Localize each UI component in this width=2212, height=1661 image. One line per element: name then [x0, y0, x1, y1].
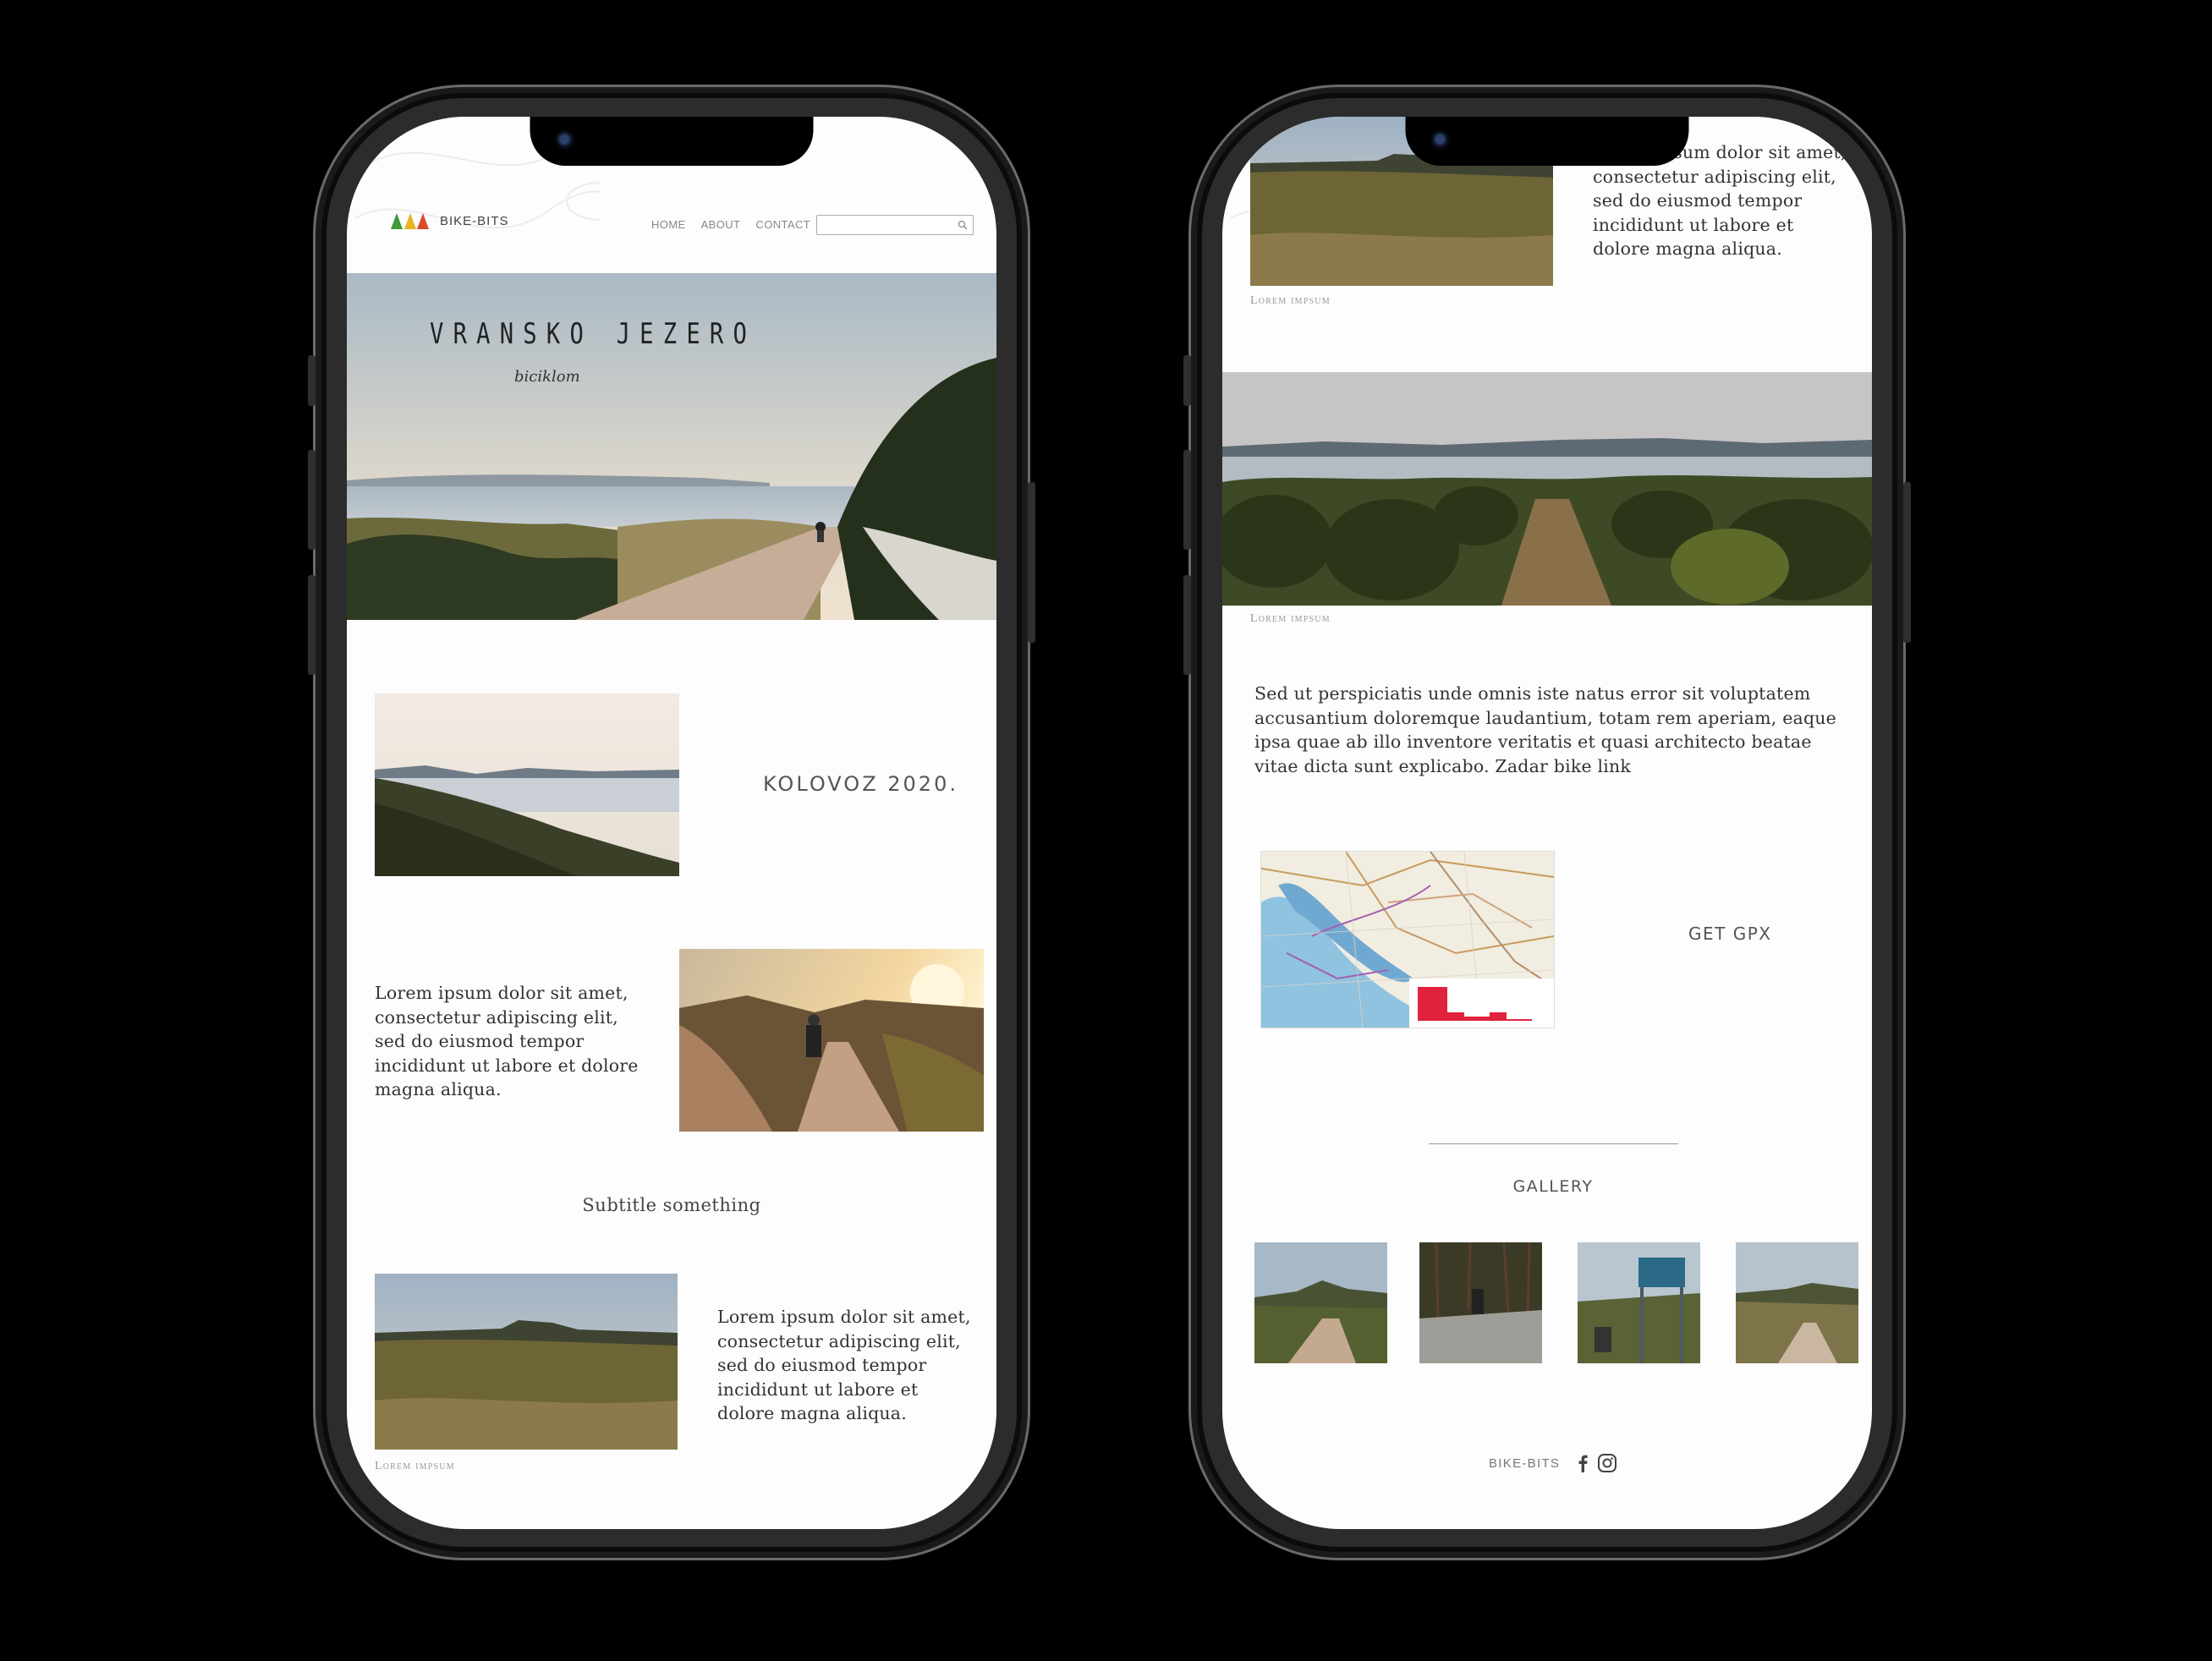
- notch: [1405, 117, 1689, 166]
- nav-contact[interactable]: CONTACT: [755, 218, 810, 231]
- facebook-icon[interactable]: [1578, 1454, 1588, 1472]
- lake-view-photo: [375, 693, 679, 876]
- get-gpx-button[interactable]: GET GPX: [1688, 924, 1771, 944]
- search-input[interactable]: [816, 215, 974, 235]
- hill-landscape-photo: [375, 1274, 678, 1450]
- hero-title: VRANSKO JEZERO: [430, 317, 757, 351]
- volume-up-button: [308, 450, 316, 550]
- volume-down-button: [308, 575, 316, 675]
- gallery-thumb-2[interactable]: [1419, 1242, 1542, 1363]
- mute-switch: [1183, 355, 1191, 406]
- nav-home[interactable]: HOME: [651, 218, 686, 231]
- notch: [530, 117, 814, 166]
- hero-signature: biciklom: [514, 368, 580, 386]
- gallery-thumb-3[interactable]: [1578, 1242, 1700, 1363]
- panorama-caption: Lorem impsum: [1250, 612, 1331, 625]
- search-icon[interactable]: [958, 220, 968, 230]
- phone-frame-left: BIKE-BITS HOME ABOUT CONTACT VRANSKO JEZ…: [308, 85, 1035, 1560]
- hero-image: VRANSKO JEZERO biciklom: [347, 273, 996, 620]
- photo-caption: Lorem impsum: [375, 1460, 455, 1472]
- screen-left: BIKE-BITS HOME ABOUT CONTACT VRANSKO JEZ…: [347, 117, 996, 1529]
- paragraph-2: Lorem ipsum dolor sit amet, consectetur …: [717, 1307, 971, 1423]
- phone-frame-right: Lorem impsum Lorem ipsum dolor sit amet,…: [1183, 85, 1911, 1560]
- logo-text: BIKE-BITS: [440, 213, 509, 228]
- power-button: [1028, 482, 1035, 643]
- subtitle: Subtitle something: [582, 1195, 761, 1215]
- site-logo[interactable]: BIKE-BITS: [391, 211, 509, 230]
- paragraph-1: Lorem ipsum dolor sit amet, consectetur …: [375, 983, 639, 1099]
- instagram-icon[interactable]: [1597, 1453, 1617, 1473]
- gallery-title: GALLERY: [1512, 1177, 1594, 1196]
- nav-about[interactable]: ABOUT: [701, 218, 741, 231]
- mute-switch: [308, 355, 316, 406]
- volume-down-button: [1183, 575, 1191, 675]
- screen-right: Lorem impsum Lorem ipsum dolor sit amet,…: [1222, 117, 1872, 1529]
- camera-icon: [555, 130, 576, 151]
- gallery-thumb-4[interactable]: [1736, 1242, 1858, 1363]
- volume-up-button: [1183, 450, 1191, 550]
- main-nav: HOME ABOUT CONTACT: [651, 218, 826, 231]
- camera-icon: [1430, 130, 1452, 151]
- date-label: KOLOVOZ 2020.: [763, 772, 958, 796]
- power-button: [1903, 482, 1911, 643]
- search-field[interactable]: [822, 216, 952, 233]
- gallery-divider: [1429, 1143, 1678, 1144]
- footer-brand: BIKE-BITS: [1489, 1456, 1561, 1471]
- route-map[interactable]: [1260, 851, 1555, 1028]
- gallery-thumb-1[interactable]: [1254, 1242, 1387, 1363]
- long-paragraph: Sed ut perspiciatis unde omnis iste natu…: [1254, 683, 1837, 776]
- three-triangles-logo-icon: [391, 213, 429, 229]
- panorama-olive-grove-photo: [1222, 372, 1872, 606]
- top-photo-caption: Lorem impsum: [1250, 294, 1331, 307]
- sunset-cyclist-photo: [679, 949, 984, 1132]
